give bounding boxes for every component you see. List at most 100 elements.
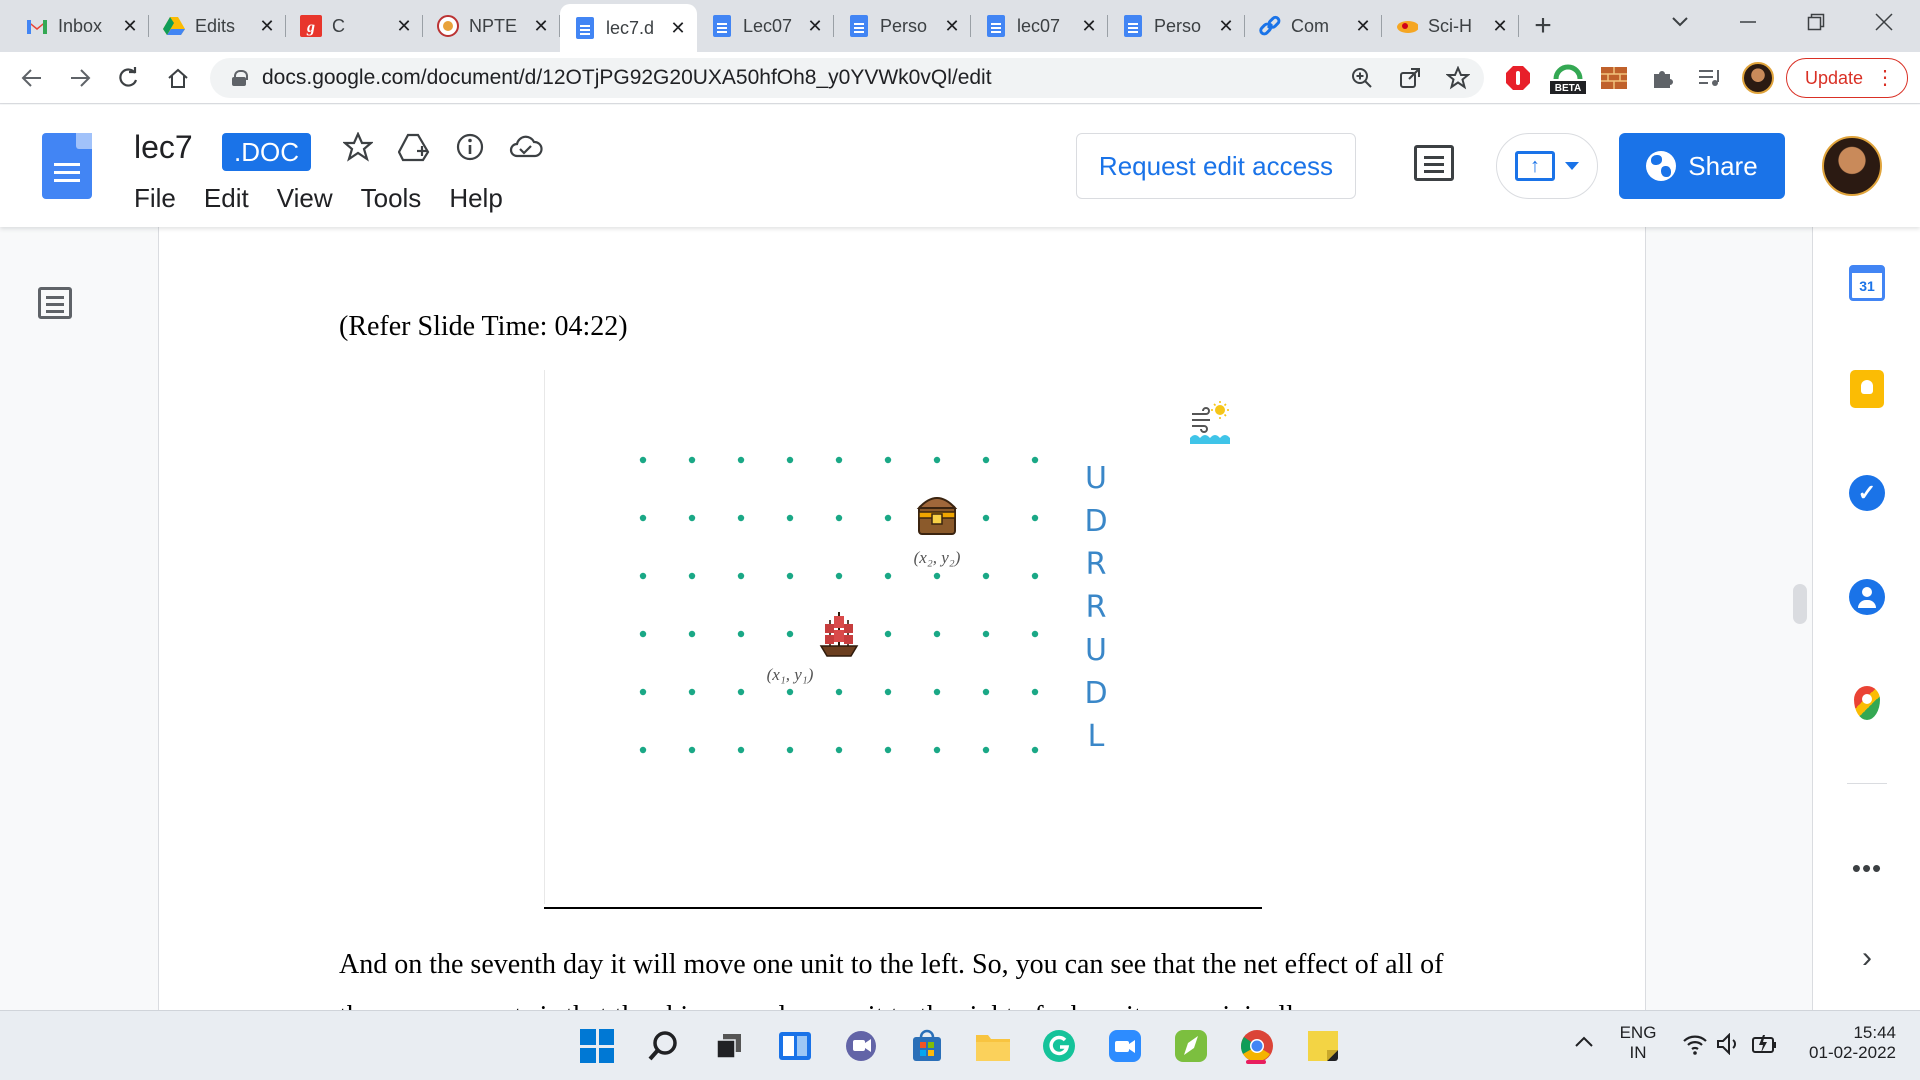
close-tab-icon[interactable]: ✕ [395,16,413,37]
close-tab-icon[interactable]: ✕ [1354,16,1372,37]
more-horiz-icon[interactable]: ••• [1847,853,1887,884]
reading-list-icon[interactable] [1694,62,1726,94]
beta-extension-icon[interactable]: BETA [1548,62,1588,94]
nptel-icon [437,15,459,37]
taskbar-search-icon[interactable] [644,1027,682,1065]
grid-dot [835,514,843,522]
grid-dot [1031,688,1039,696]
wifi-icon[interactable] [1682,1033,1708,1060]
profile-avatar[interactable] [1742,62,1774,94]
zoom-icon[interactable] [1350,66,1374,90]
address-bar[interactable]: docs.google.com/document/d/12OTjPG92G20U… [210,58,1484,98]
bookmark-star-icon[interactable] [1446,66,1470,90]
lock-icon[interactable] [232,70,248,86]
info-icon[interactable] [452,129,488,165]
browser-tab[interactable]: Perso ✕ [1108,4,1245,48]
comments-icon[interactable] [1414,145,1454,181]
brick-extension-icon[interactable] [1598,62,1630,94]
keep-icon[interactable] [1847,369,1887,409]
ship-coordinate-label: (x₁, y₁) [767,665,814,684]
docs-logo-icon[interactable] [42,133,92,199]
minimize-icon[interactable] [1716,0,1780,44]
update-button[interactable]: Update ⋮ [1786,58,1908,98]
browser-tab[interactable]: Inbox ✕ [12,4,149,48]
reload-icon[interactable] [110,60,146,96]
browser-tab[interactable]: Sci-H ✕ [1382,4,1519,48]
chevron-right-icon[interactable]: › [1847,941,1887,975]
microsoft-store-icon[interactable] [908,1027,946,1065]
teams-chat-icon[interactable] [842,1027,880,1065]
menu-help[interactable]: Help [449,183,502,214]
maps-icon[interactable] [1847,683,1887,723]
share-page-icon[interactable] [1398,66,1422,90]
browser-tab[interactable]: lec07 ✕ [971,4,1108,48]
close-tab-icon[interactable]: ✕ [1217,16,1235,37]
document-outline-icon[interactable] [38,287,72,319]
move-letter: D [1084,676,1107,711]
sticky-notes-icon[interactable] [1304,1027,1342,1065]
docs-icon [985,15,1007,37]
browser-tab[interactable]: NPTE ✕ [423,4,560,48]
scrollbar-thumb[interactable] [1793,584,1807,624]
browser-tab-title: Sci-H [1428,15,1472,36]
close-tab-icon[interactable]: ✕ [121,16,139,37]
new-tab-button[interactable]: + [1519,4,1567,48]
close-tab-icon[interactable]: ✕ [1491,16,1509,37]
grid-dot [786,630,794,638]
grid-dot [933,630,941,638]
browser-tab[interactable]: g C ✕ [286,4,423,48]
browser-tab[interactable]: lec7.d ✕ [560,4,697,52]
notes-app-icon[interactable] [1172,1027,1210,1065]
contacts-icon[interactable] [1847,577,1887,617]
close-tab-icon[interactable]: ✕ [532,16,550,37]
menu-file[interactable]: File [134,183,176,214]
close-tab-icon[interactable]: ✕ [258,16,276,37]
tab-list: Inbox ✕ Edits ✕ g C ✕ NPTE ✕ lec7.d ✕ Lec07 ✕ Perso ✕ l… [0,4,1519,52]
widgets-icon[interactable] [776,1027,814,1065]
file-explorer-icon[interactable] [974,1027,1012,1065]
forward-icon[interactable] [62,60,98,96]
start-button[interactable] [578,1027,616,1065]
grammarly-icon[interactable] [1040,1027,1078,1065]
task-view-icon[interactable] [710,1027,748,1065]
move-letter: R [1086,547,1107,582]
account-avatar[interactable] [1822,136,1882,196]
restore-icon[interactable] [1784,0,1848,44]
grid-dots [639,456,1039,754]
menu-tools[interactable]: Tools [361,183,422,214]
request-edit-access-button[interactable]: Request edit access [1076,133,1356,199]
browser-tab[interactable]: Lec07 ✕ [697,4,834,48]
back-icon[interactable] [14,60,50,96]
zoom-meeting-icon[interactable] [1106,1027,1144,1065]
browser-tab[interactable]: Com ✕ [1245,4,1382,48]
share-button[interactable]: Share [1619,133,1785,199]
more-vert-icon[interactable]: ⋮ [1875,65,1895,91]
menu-view[interactable]: View [277,183,333,214]
move-to-drive-icon[interactable] [396,129,432,165]
system-clock[interactable]: 15:44 01-02-2022 [1796,1023,1896,1063]
close-window-icon[interactable] [1852,0,1916,44]
show-hidden-icons[interactable] [1574,1033,1594,1053]
close-tab-icon[interactable]: ✕ [669,18,687,39]
tasks-icon[interactable]: ✓ [1847,473,1887,513]
region-code: IN [1629,1043,1647,1062]
close-tab-icon[interactable]: ✕ [806,16,824,37]
menu-edit[interactable]: Edit [204,183,249,214]
calendar-icon[interactable]: 31 [1847,263,1887,303]
cloud-saved-icon[interactable] [508,129,544,165]
volume-icon[interactable] [1716,1032,1742,1060]
browser-tab[interactable]: Edits ✕ [149,4,286,48]
close-tab-icon[interactable]: ✕ [943,16,961,37]
home-icon[interactable] [160,60,196,96]
present-button[interactable]: ↑ [1496,133,1598,199]
tab-search-icon[interactable] [1648,0,1712,44]
close-tab-icon[interactable]: ✕ [1080,16,1098,37]
opera-adblock-icon[interactable] [1502,62,1534,94]
battery-icon[interactable] [1750,1033,1778,1060]
grid-dot [737,630,745,638]
document-title[interactable]: lec7 [134,129,193,166]
browser-tab[interactable]: Perso ✕ [834,4,971,48]
star-icon[interactable] [340,129,376,165]
input-language[interactable]: ENG IN [1616,1023,1660,1063]
extensions-puzzle-icon[interactable] [1646,62,1678,94]
